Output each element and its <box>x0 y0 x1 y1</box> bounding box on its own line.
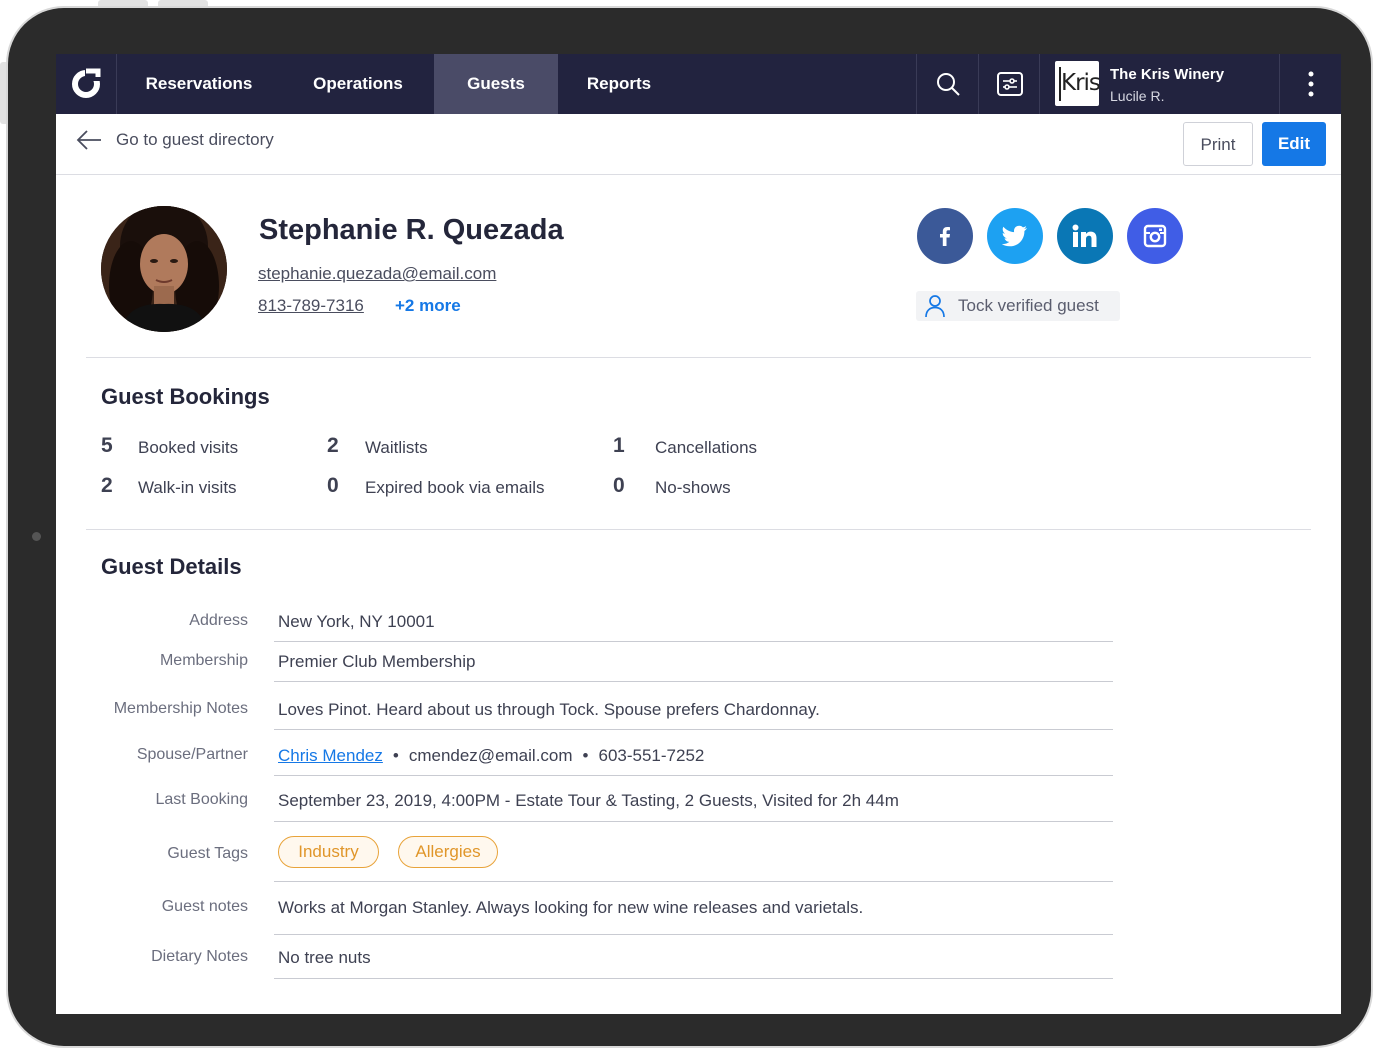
filter-panel-icon <box>996 72 1023 96</box>
row-divider <box>274 729 1113 730</box>
back-to-directory-link[interactable]: Go to guest directory <box>76 130 274 150</box>
back-label: Go to guest directory <box>116 130 274 149</box>
business-logo: Kris <box>1055 61 1101 106</box>
guest-name: Stephanie R. Quezada <box>259 214 564 246</box>
tab-reports[interactable]: Reports <box>558 54 680 114</box>
more-contacts-link[interactable]: +2 more <box>395 296 461 316</box>
stat-value: 0 <box>327 474 339 497</box>
instagram-icon <box>1143 224 1167 248</box>
device-volume-button <box>98 0 148 8</box>
row-divider <box>274 681 1113 682</box>
row-divider <box>274 934 1113 935</box>
tag-industry[interactable]: Industry <box>278 836 379 868</box>
spouse-phone: 603-551-7252 <box>598 746 705 765</box>
facebook-icon <box>940 227 950 246</box>
row-divider <box>274 821 1113 822</box>
search-button[interactable] <box>916 54 978 114</box>
app-screen: Reservations Operations Guests Reports K… <box>56 54 1341 1014</box>
tablet-frame: Reservations Operations Guests Reports K… <box>8 8 1371 1046</box>
membership-notes-value: Loves Pinot. Heard about us through Tock… <box>278 700 820 719</box>
row-divider <box>274 641 1113 642</box>
camera-dot <box>32 532 41 541</box>
guest-tags-label: Guest Tags <box>167 845 248 862</box>
membership-label: Membership <box>159 652 248 669</box>
verified-label: Tock verified guest <box>958 296 1099 315</box>
arrow-left-icon <box>76 130 101 150</box>
guest-email-link[interactable]: stephanie.quezada@email.com <box>258 264 496 284</box>
stat-label: Booked visits <box>138 438 239 457</box>
tab-reservations[interactable]: Reservations <box>116 54 282 114</box>
spouse-email: cmendez@email.com <box>408 746 573 765</box>
user-name: Lucile R. <box>1110 88 1165 104</box>
twitter-icon <box>1002 225 1027 247</box>
bookings-title: Guest Bookings <box>101 384 270 409</box>
device-volume-button <box>158 0 208 8</box>
logo-icon <box>72 67 103 98</box>
address-label: Address <box>189 612 248 629</box>
stat-label: Waitlists <box>365 438 428 457</box>
divider <box>86 357 1311 358</box>
home-logo-button[interactable] <box>56 54 117 114</box>
print-button[interactable]: Print <box>1183 122 1253 166</box>
more-menu-button[interactable] <box>1279 54 1341 114</box>
stat-value: 5 <box>101 434 113 457</box>
account-switcher[interactable]: Kris The Kris Winery Lucile R. <box>1039 54 1280 114</box>
last-booking-value: September 23, 2019, 4:00PM - Estate Tour… <box>278 791 899 810</box>
details-title: Guest Details <box>101 554 242 579</box>
row-divider <box>274 881 1113 882</box>
address-value: New York, NY 10001 <box>278 612 435 631</box>
stat-value: 2 <box>101 474 113 497</box>
dietary-notes-value: No tree nuts <box>278 948 371 967</box>
more-vertical-icon <box>1308 71 1314 97</box>
guest-phone-link[interactable]: 813-789-7316 <box>258 296 364 316</box>
membership-value: Premier Club Membership <box>278 652 476 671</box>
guest-notes-label: Guest notes <box>161 898 248 915</box>
guest-notes-value: Works at Morgan Stanley. Always looking … <box>278 898 864 917</box>
separator: • <box>582 746 589 765</box>
dietary-notes-label: Dietary Notes <box>151 948 248 965</box>
linkedin-icon <box>1072 224 1097 247</box>
stat-label: Cancellations <box>655 438 758 457</box>
page-header: Go to guest directory Print Edit <box>56 114 1341 175</box>
business-name: The Kris Winery <box>1110 66 1225 83</box>
device-power-button <box>0 62 8 124</box>
last-booking-label: Last Booking <box>155 791 248 808</box>
membership-notes-label: Membership Notes <box>113 700 248 717</box>
facebook-button[interactable] <box>917 208 973 264</box>
row-divider <box>274 978 1113 979</box>
stat-label: Expired book via emails <box>365 478 545 497</box>
settings-panel-button[interactable] <box>978 54 1040 114</box>
search-icon <box>936 73 960 96</box>
row-divider <box>274 775 1113 776</box>
instagram-button[interactable] <box>1127 208 1183 264</box>
twitter-button[interactable] <box>987 208 1043 264</box>
stat-label: Walk-in visits <box>138 478 237 497</box>
verified-badge: Tock verified guest <box>916 291 1120 321</box>
divider <box>86 529 1311 530</box>
tag-allergies[interactable]: Allergies <box>398 836 498 868</box>
linkedin-button[interactable] <box>1057 208 1113 264</box>
stat-value: 1 <box>613 434 625 457</box>
tab-guests[interactable]: Guests <box>434 54 558 114</box>
tab-operations[interactable]: Operations <box>282 54 434 114</box>
separator: • <box>392 746 399 765</box>
user-icon <box>925 295 945 318</box>
spouse-name-link[interactable]: Chris Mendez <box>278 746 383 765</box>
spouse-label: Spouse/Partner <box>136 746 248 763</box>
stat-value: 2 <box>327 434 339 457</box>
edit-button[interactable]: Edit <box>1262 122 1326 166</box>
top-nav: Reservations Operations Guests Reports K… <box>56 54 1341 114</box>
guest-avatar <box>101 206 227 332</box>
stat-value: 0 <box>613 474 625 497</box>
stat-label: No-shows <box>655 478 731 497</box>
spouse-value: Chris Mendez • cmendez@email.com • 603-551-7… <box>278 746 704 766</box>
